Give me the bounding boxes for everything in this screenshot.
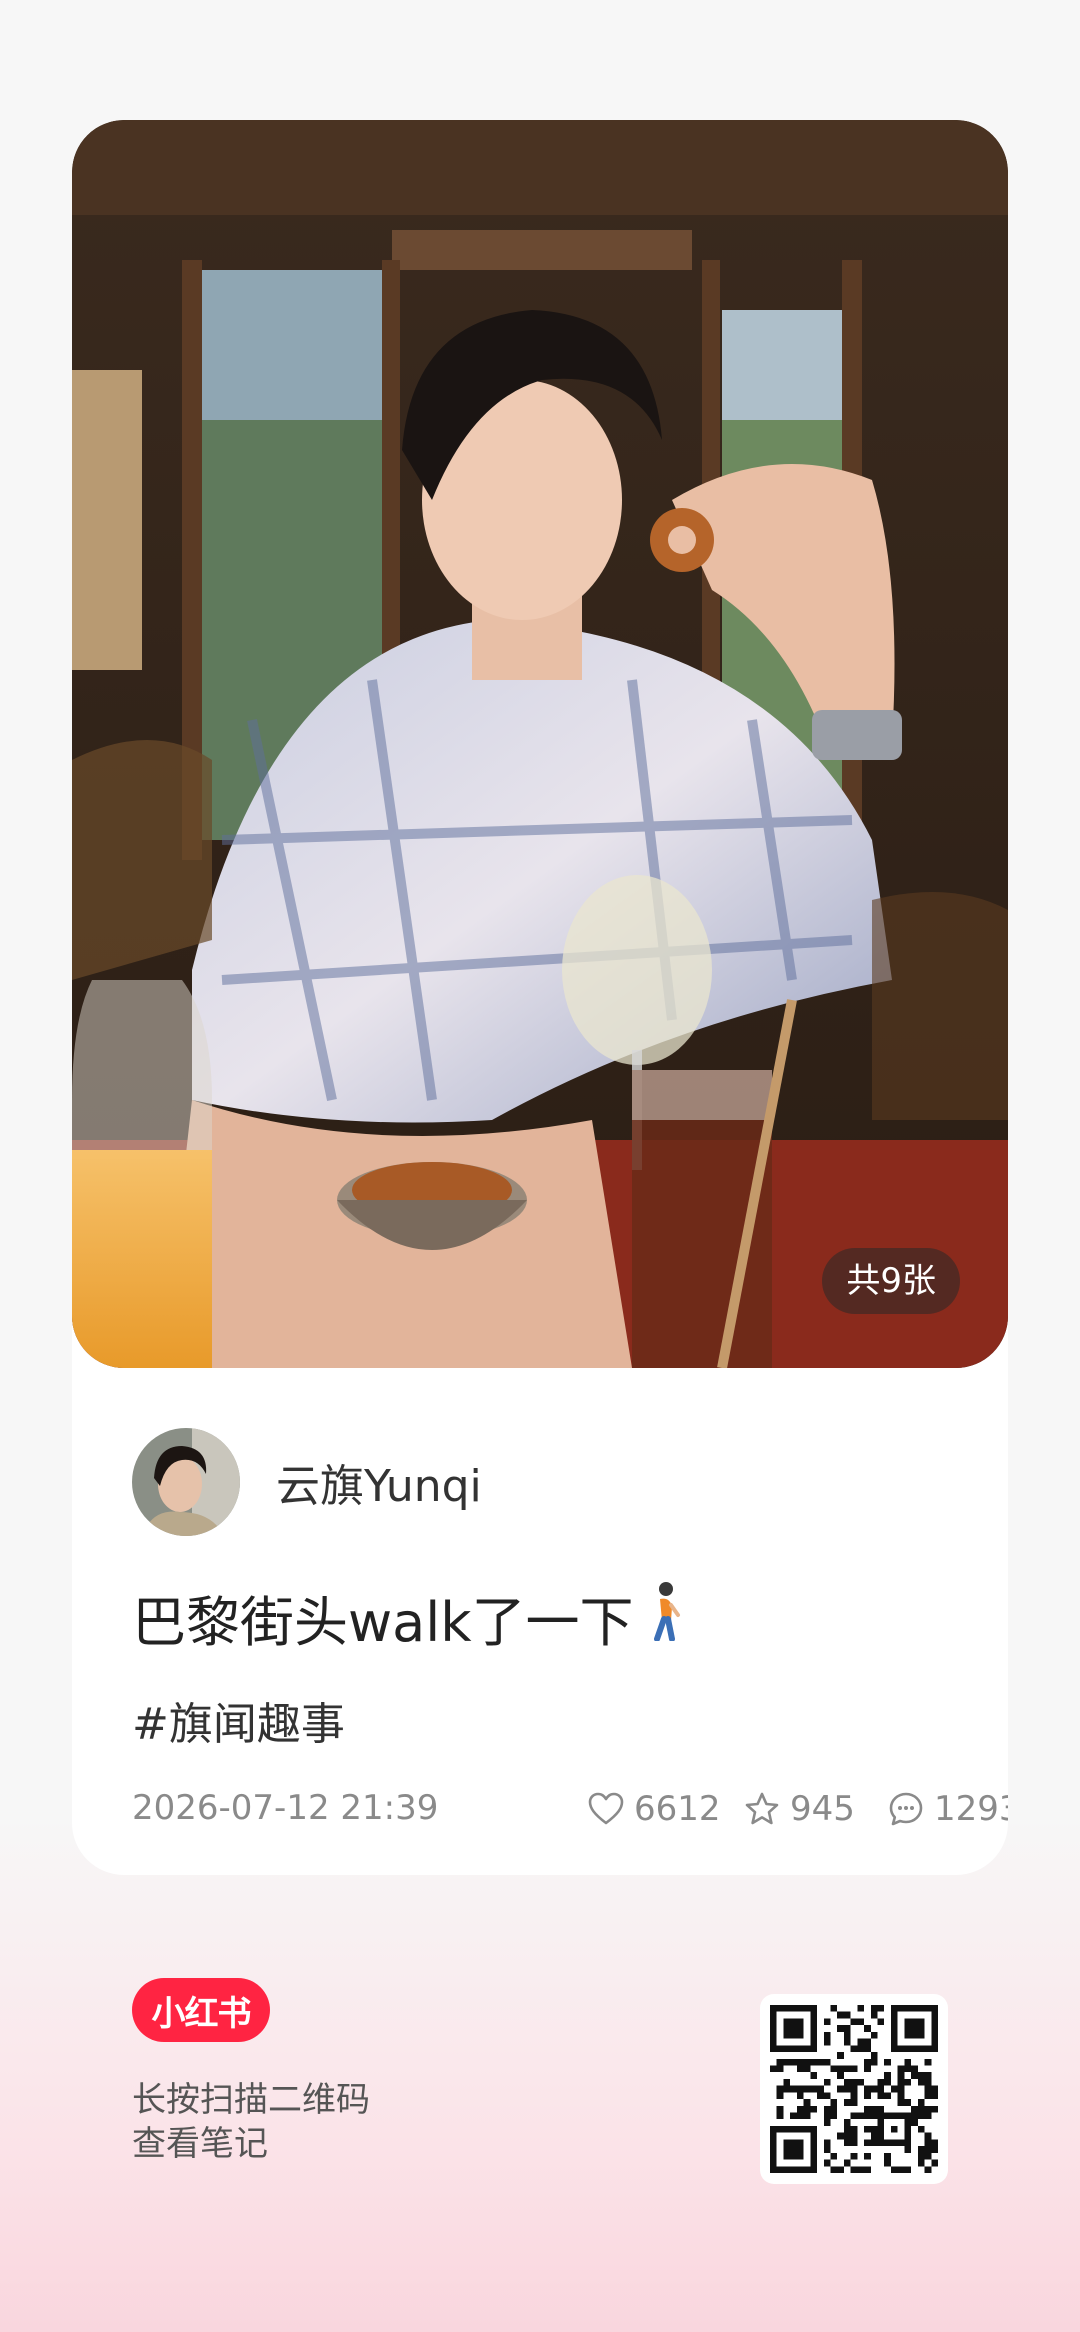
note-card[interactable]: 共9张 云旗Yunqi 巴黎街头walk了一下 #旗闻趣事 2026-07-12… xyxy=(72,120,1008,1875)
post-date: 2026-07-12 21:39 xyxy=(132,1788,439,1828)
scan-hint-line1: 长按扫描二维码 xyxy=(132,2080,370,2120)
cover-photo[interactable]: 共9张 xyxy=(72,120,1008,1368)
brand-logo: 小红书 xyxy=(132,1978,270,2042)
scan-hint: 长按扫描二维码 查看笔记 xyxy=(132,2078,370,2166)
qr-code[interactable] xyxy=(760,1994,948,2184)
comment-stat[interactable]: 1293 xyxy=(888,1784,1008,1834)
comment-count: 1293 xyxy=(934,1789,1008,1829)
author-row[interactable]: 云旗Yunqi xyxy=(132,1428,482,1536)
avatar[interactable] xyxy=(132,1428,240,1536)
cover-photo-illustration xyxy=(72,120,1008,1368)
image-count-badge: 共9张 xyxy=(822,1248,960,1314)
post-meta: 2026-07-12 21:39 6612 945 1293 xyxy=(132,1784,1008,1834)
avatar-image xyxy=(132,1428,240,1536)
qr-code-image xyxy=(770,2005,938,2173)
author-name[interactable]: 云旗Yunqi xyxy=(276,1450,482,1514)
person-walking-icon xyxy=(644,1581,684,1654)
star-icon xyxy=(745,1792,779,1825)
like-count: 6612 xyxy=(634,1789,721,1829)
star-stat[interactable]: 945 xyxy=(744,1784,855,1834)
note-title-text: 巴黎街头walk了一下 xyxy=(132,1591,634,1654)
star-count: 945 xyxy=(790,1789,855,1829)
comment-icon xyxy=(889,1792,923,1826)
note-title: 巴黎街头walk了一下 xyxy=(132,1578,684,1657)
topic-tag[interactable]: #旗闻趣事 xyxy=(132,1688,345,1752)
scan-hint-line2: 查看笔记 xyxy=(132,2124,268,2164)
like-stat[interactable]: 6612 xyxy=(588,1784,721,1834)
heart-icon xyxy=(588,1792,624,1825)
